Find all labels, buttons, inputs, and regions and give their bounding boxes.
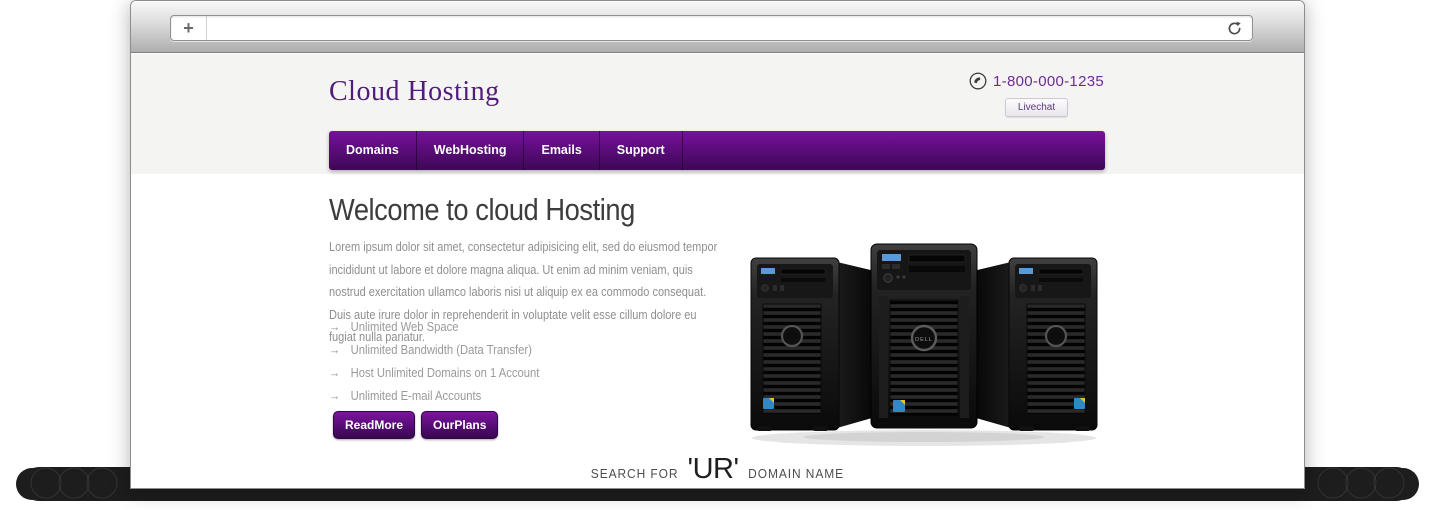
site-header: Cloud Hosting 1-800-000-1235 (131, 54, 1304, 174)
feature-label: Unlimited Web Space (351, 320, 459, 334)
server-tower-right (969, 258, 1097, 431)
nav-item-emails[interactable]: Emails (524, 131, 599, 170)
url-input[interactable] (207, 16, 1216, 40)
screenshot-canvas: + Cloud Hosting (0, 0, 1435, 510)
server-towers-image: DELL (743, 240, 1105, 448)
phone-row: 1-800-000-1235 (969, 72, 1104, 90)
feature-list: → Unlimited Web Space → Unlimited Bandwi… (329, 316, 563, 408)
feature-item: → Unlimited Web Space (329, 316, 539, 339)
arrow-right-icon: → (329, 366, 340, 380)
feature-item: → Host Unlimited Domains on 1 Account (329, 362, 539, 385)
feature-label: Unlimited Bandwidth (Data Transfer) (351, 343, 532, 357)
server-tower-center: DELL (871, 244, 977, 428)
arrow-right-icon: → (329, 389, 340, 403)
phone-number[interactable]: 1-800-000-1235 (993, 73, 1104, 90)
new-tab-button[interactable]: + (171, 16, 207, 40)
site-logo[interactable]: Cloud Hosting (329, 76, 500, 108)
browser-chrome: + (131, 1, 1304, 53)
feature-item: → Unlimited Bandwidth (Data Transfer) (329, 339, 539, 362)
contact-block: 1-800-000-1235 Livechat (969, 72, 1104, 117)
feature-item: → Unlimited E-mail Accounts (329, 385, 539, 408)
page-title: Welcome to cloud Hosting (329, 192, 635, 228)
reload-icon (1227, 21, 1242, 36)
cta-row: ReadMore OurPlans (333, 411, 498, 439)
nav-item-support[interactable]: Support (600, 131, 683, 170)
arrow-right-icon: → (329, 343, 340, 357)
site-page: Cloud Hosting 1-800-000-1235 (131, 54, 1304, 489)
dell-logo-text: DELL (915, 337, 933, 343)
phone-icon (969, 72, 987, 90)
feature-label: Host Unlimited Domains on 1 Account (351, 366, 540, 380)
feature-label: Unlimited E-mail Accounts (351, 389, 482, 403)
readmore-button[interactable]: ReadMore (333, 411, 415, 439)
search-banner-highlight: 'UR' (688, 453, 739, 486)
nav-item-webhosting[interactable]: WebHosting (417, 131, 525, 170)
url-bar: + (170, 15, 1253, 41)
server-tower-left (751, 258, 879, 431)
search-banner-prefix: SEARCH FOR (591, 466, 679, 481)
livechat-button[interactable]: Livechat (1005, 98, 1068, 117)
ourplans-button[interactable]: OurPlans (421, 411, 498, 439)
nav-item-domains[interactable]: Domains (329, 131, 417, 170)
main-nav: Domains WebHosting Emails Support (329, 131, 1105, 170)
search-banner: SEARCH FOR 'UR' DOMAIN NAME (131, 453, 1304, 486)
arrow-right-icon: → (329, 320, 340, 334)
search-banner-suffix: DOMAIN NAME (748, 466, 844, 481)
browser-window: + Cloud Hosting (130, 0, 1305, 489)
reload-button[interactable] (1216, 16, 1252, 40)
